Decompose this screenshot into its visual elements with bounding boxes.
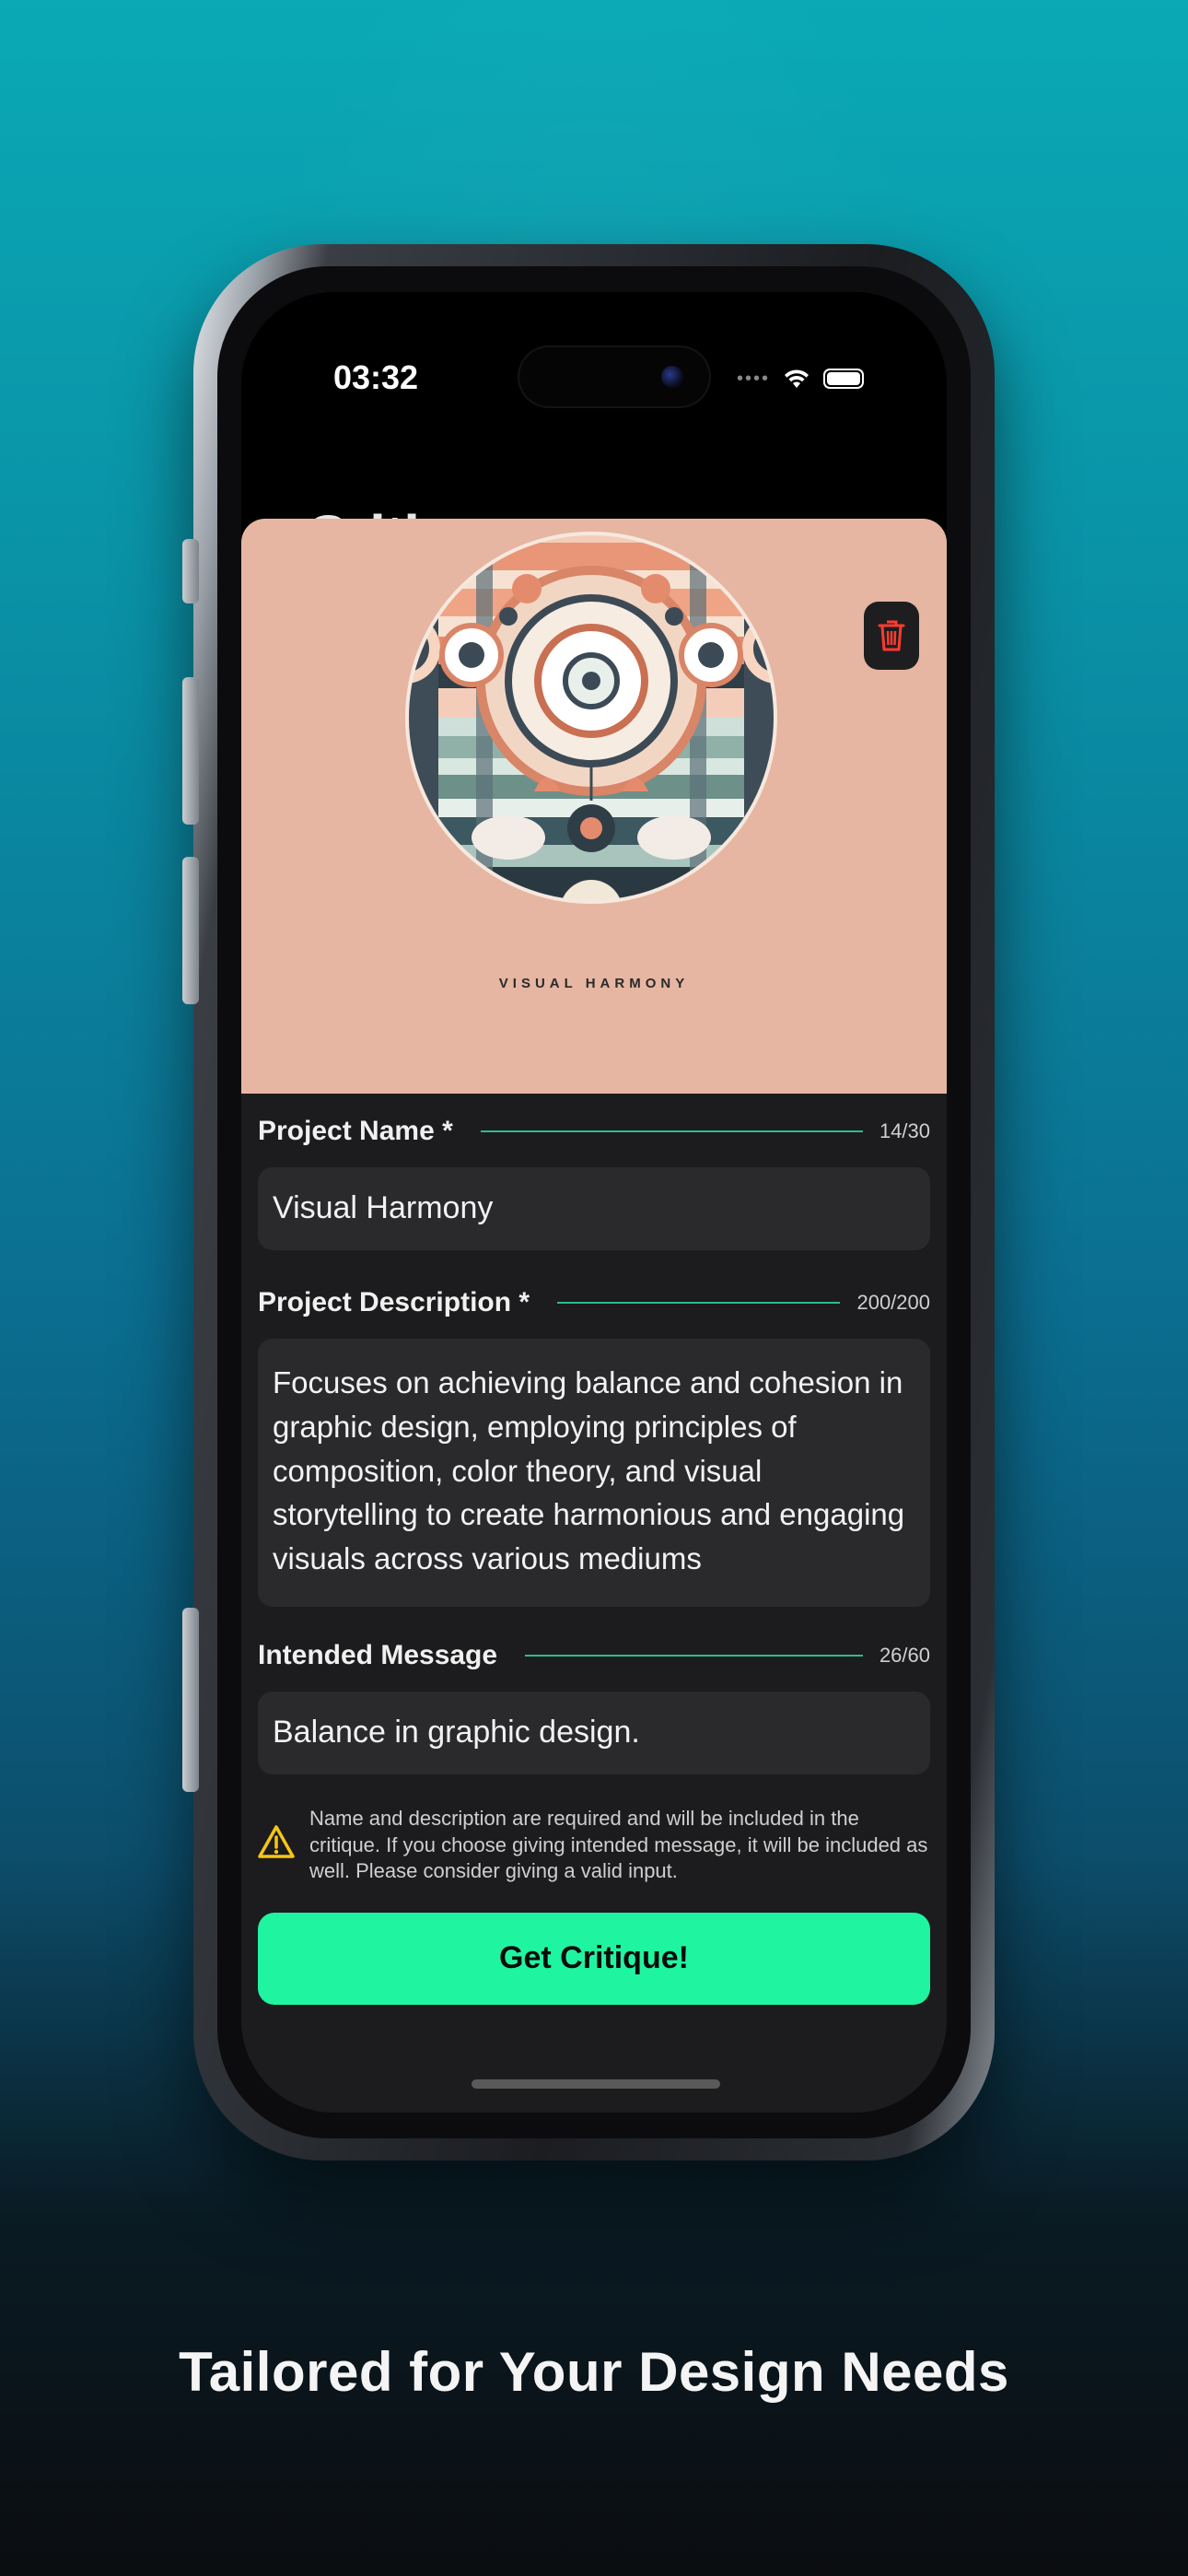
signal-icon: ••••: [736, 368, 770, 389]
project-name-progress: [480, 1130, 863, 1132]
project-name-count: 14/30: [879, 1119, 930, 1142]
wifi-icon: [785, 369, 809, 388]
battery-level: [827, 372, 860, 385]
critique-form: Project Name * 14/30 Visual Harmony Proj…: [258, 1090, 930, 2005]
intended-message-progress: [525, 1655, 863, 1657]
required-fields-notice: Name and description are required and wi…: [258, 1806, 930, 1885]
camera-icon: [661, 366, 683, 388]
project-description-label: Project Description *: [258, 1286, 530, 1317]
warning-icon: [258, 1825, 295, 1858]
project-name-header: Project Name * 14/30: [258, 1116, 930, 1147]
delete-image-button[interactable]: [864, 602, 919, 670]
get-critique-button[interactable]: Get Critique!: [258, 1912, 930, 2005]
status-icons: ••••: [737, 368, 864, 390]
app-screen: 03:32 •••• Critiques: [241, 292, 947, 2113]
cover-caption: VISUAL HARMONY: [498, 976, 690, 991]
intended-message-input[interactable]: Balance in graphic design.: [258, 1692, 930, 1774]
home-indicator[interactable]: [472, 2079, 720, 2089]
intended-message-header: Intended Message 26/60: [258, 1640, 930, 1671]
notice-text: Name and description are required and wi…: [309, 1807, 928, 1883]
volume-down-button: [182, 857, 199, 1004]
marketing-headline: Tailored for Your Design Needs: [179, 2341, 1009, 2403]
project-name-label: Project Name *: [258, 1116, 453, 1146]
project-description-count: 200/200: [856, 1290, 930, 1314]
new-critique-sheet: VISUAL HARMONY Project Name * 14/30 Visu…: [241, 519, 947, 2113]
phone-mockup: 03:32 •••• Critiques: [182, 244, 995, 2160]
status-time: 03:32: [333, 358, 419, 396]
project-description-input[interactable]: Focuses on achieving balance and cohesio…: [258, 1338, 930, 1608]
power-button: [182, 1608, 199, 1792]
project-name-input[interactable]: Visual Harmony: [258, 1167, 930, 1250]
trash-icon: [878, 620, 905, 651]
project-description-progress: [557, 1301, 841, 1304]
volume-up-button: [182, 677, 199, 825]
project-description-header: Project Description * 200/200: [258, 1287, 930, 1318]
action-button: [182, 539, 199, 603]
intended-message-count: 26/60: [879, 1644, 930, 1668]
cover-image: VISUAL HARMONY: [241, 519, 947, 1094]
cover-artwork: [405, 532, 777, 904]
intended-message-label: Intended Message: [258, 1640, 498, 1671]
battery-icon: [823, 369, 864, 389]
dynamic-island: [518, 345, 711, 408]
